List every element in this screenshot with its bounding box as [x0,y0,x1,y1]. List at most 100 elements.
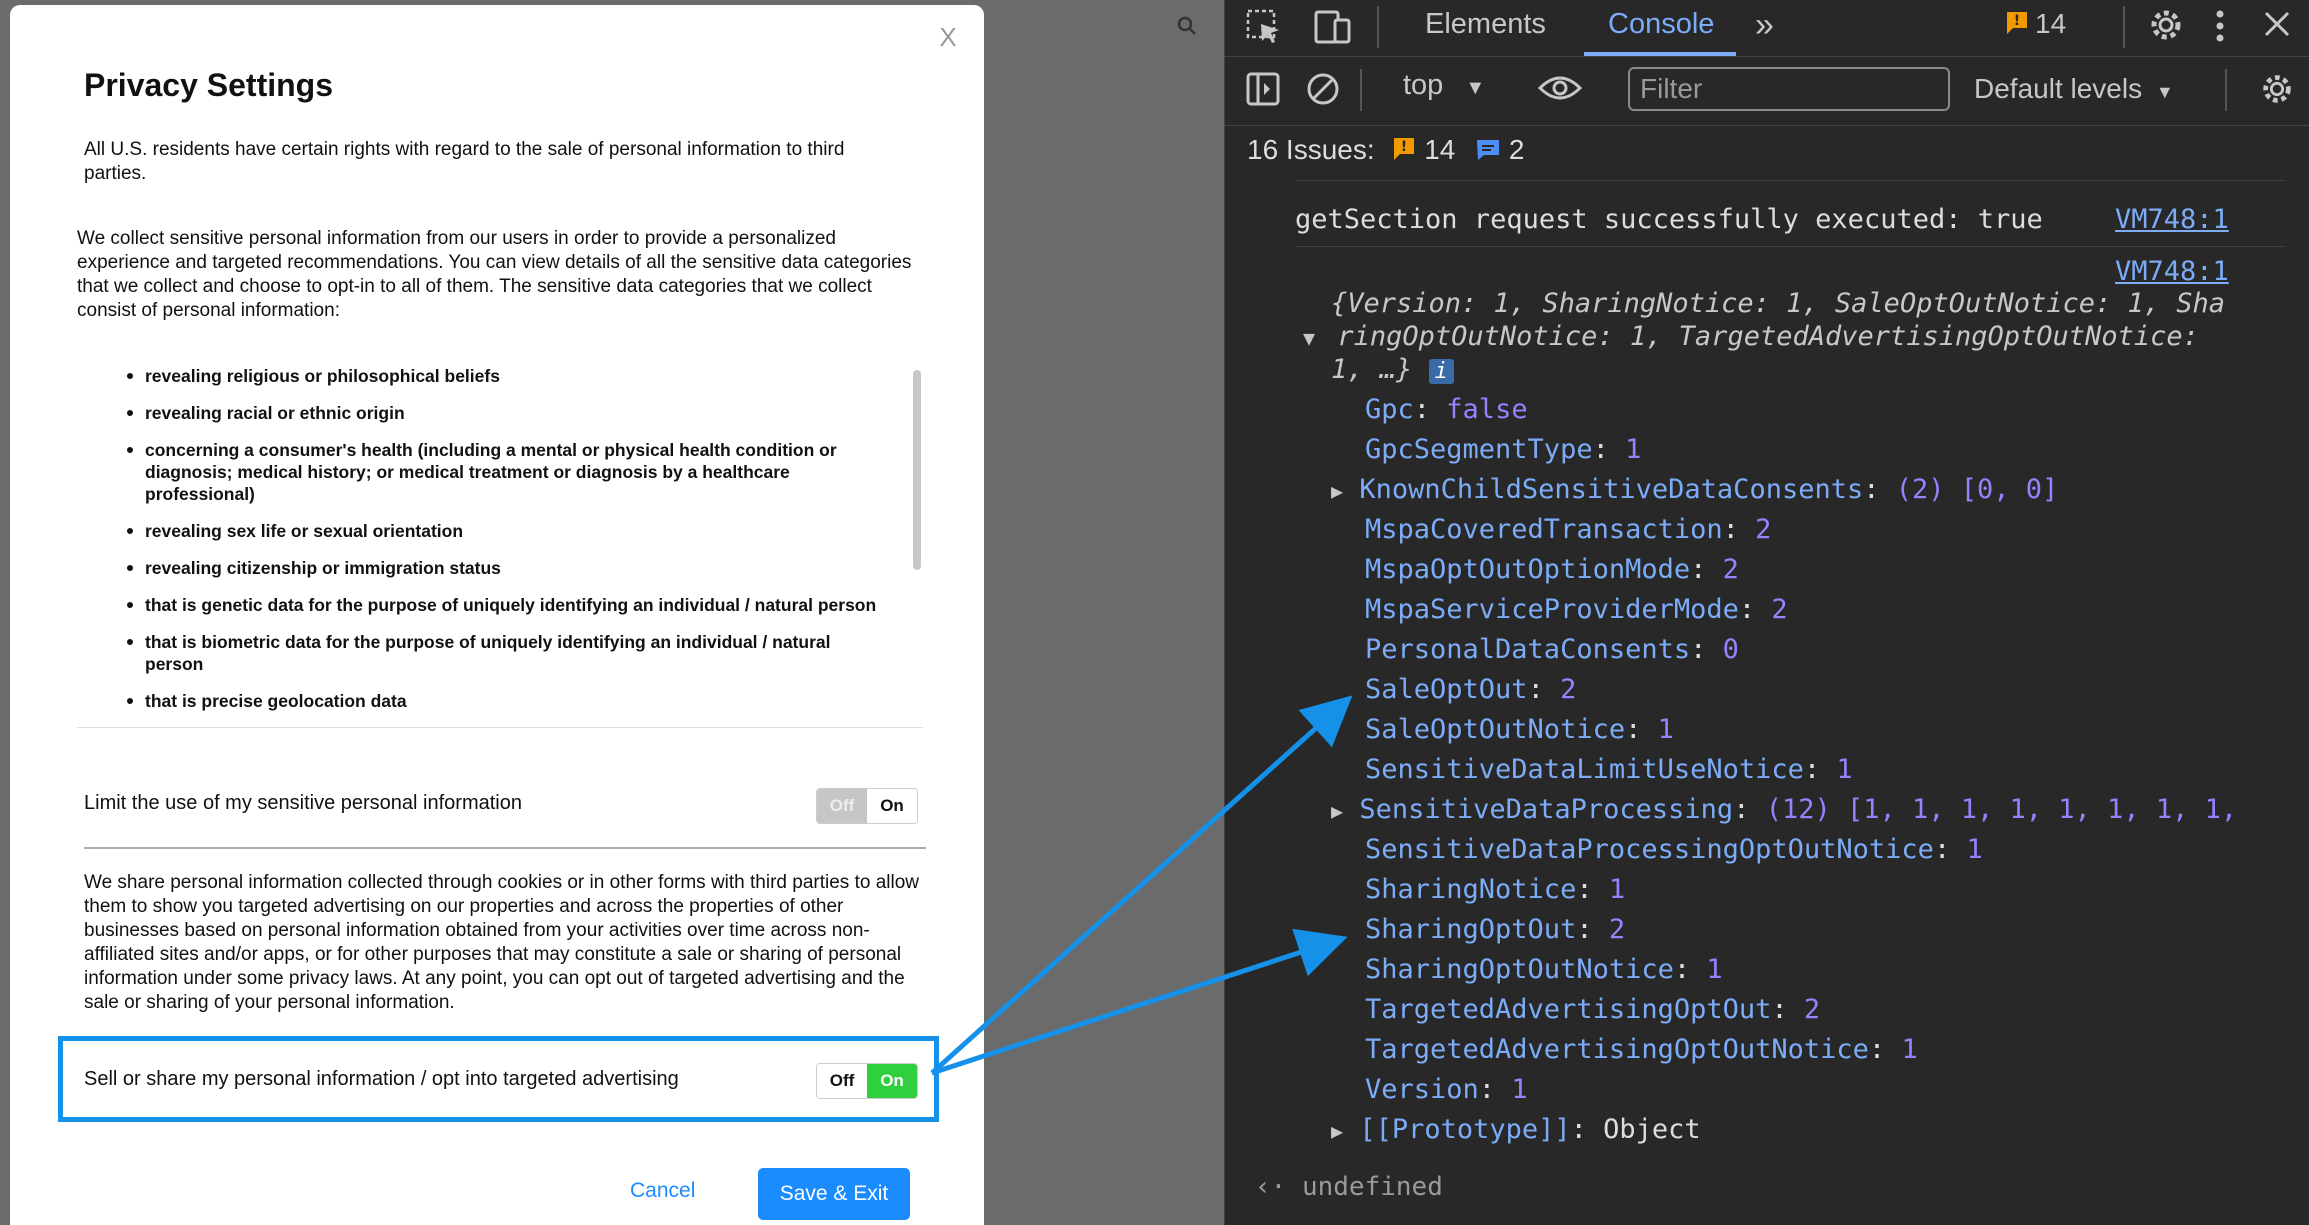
clear-console-icon[interactable] [1305,71,1341,112]
property-line[interactable]: TargetedAdvertisingOptOutNotice: 1 [1365,1034,1918,1065]
log-separator [1295,180,2285,181]
property-colon: : [1690,554,1723,585]
property-key: MspaCoveredTransaction [1365,514,1723,545]
console-settings-gear-icon[interactable] [2259,71,2295,112]
toggle-on-option[interactable]: On [867,789,917,823]
property-colon: : [1868,1034,1902,1065]
issues-label: 16 Issues: [1247,134,1375,165]
sensitive-categories-list[interactable]: revealing religious or philosophical bel… [77,365,923,728]
property-colon: : [1576,914,1609,945]
close-button[interactable]: X [935,23,961,51]
settings-gear-icon[interactable] [2147,6,2185,49]
property-line[interactable]: PersonalDataConsents: 0 [1365,634,1739,665]
toggle-off-option[interactable]: Off [817,789,867,823]
save-exit-button[interactable]: Save & Exit [758,1168,910,1220]
object-summary-line[interactable]: 1, …} i [1331,354,1454,385]
limit-sensitive-label: Limit the use of my sensitive personal i… [84,792,522,814]
devtools-tabbar: Elements Console » ! 14 [1225,0,2309,57]
more-options-icon[interactable] [2213,8,2227,49]
property-line[interactable]: SaleOptOutNotice: 1 [1365,714,1674,745]
tab-console[interactable]: Console [1608,8,1714,41]
svg-text:!: ! [2014,13,2020,29]
more-tabs-icon[interactable]: » [1755,6,1774,45]
object-summary-text: ringOptOutNotice: 1, TargetedAdvertising… [1337,321,2199,352]
property-line[interactable]: SaleOptOut: 2 [1365,674,1576,705]
log-levels-dropdown[interactable]: Default levels ▼ [1974,73,2174,105]
object-summary-line[interactable]: ▼ ringOptOutNotice: 1, TargetedAdvertisi… [1303,321,2199,352]
expand-triangle-icon[interactable]: ▶ [1331,799,1343,823]
source-link[interactable]: VM748:1 [2115,256,2229,287]
source-link[interactable]: VM748:1 [2115,204,2229,235]
log-separator [1295,246,2285,247]
tab-elements[interactable]: Elements [1425,8,1546,41]
property-value: 2 [1755,514,1772,545]
result-arrow-icon: ‹· [1255,1172,1287,1202]
info-message-icon [1477,140,1500,160]
intro-text: All U.S. residents have certain rights w… [84,139,845,184]
result-value: undefined [1301,1172,1443,1202]
toolbar-separator [1377,6,1379,48]
property-line[interactable]: GpcSegmentType: 1 [1365,434,1641,465]
property-value: 1 [1657,714,1674,745]
issues-bar[interactable]: 16 Issues: ! 14 2 [1247,134,1525,166]
property-colon: : [1592,434,1626,465]
property-line[interactable]: SensitiveDataLimitUseNotice: 1 [1365,754,1853,785]
expand-triangle-icon[interactable]: ▶ [1331,479,1343,503]
warnings-badge[interactable]: ! 14 [2005,8,2066,41]
log-levels-value: Default levels [1974,73,2143,104]
property-line[interactable]: MspaOptOutOptionMode: 2 [1365,554,1739,585]
property-line[interactable]: SharingOptOutNotice: 1 [1365,954,1723,985]
property-key: SharingNotice [1365,874,1577,905]
property-line[interactable]: ▶ KnownChildSensitiveDataConsents: (2) [… [1331,474,2058,505]
sidebar-toggle-icon[interactable] [1245,71,1281,112]
search-icon[interactable] [1175,14,1199,38]
property-line[interactable]: MspaCoveredTransaction: 2 [1365,514,1771,545]
toolbar-separator [2123,6,2125,48]
object-summary-line[interactable]: {Version: 1, SharingNotice: 1, SaleOptOu… [1331,288,2225,319]
property-value: Object [1603,1114,1701,1145]
property-value: 1 [1608,874,1626,905]
expand-triangle-icon[interactable]: ▶ [1331,1119,1343,1143]
property-line[interactable]: SensitiveDataProcessingOptOutNotice: 1 [1365,834,1983,865]
page-edge-fragment [0,18,6,32]
collect-text: We collect sensitive personal informatio… [77,228,912,321]
info-badge[interactable]: i [1428,359,1454,384]
property-value: 1 [1625,434,1642,465]
live-expression-eye-icon[interactable] [1537,71,1583,110]
property-line[interactable]: Gpc: false [1365,394,1528,425]
property-key: SensitiveDataLimitUseNotice [1365,754,1804,785]
modal-title: Privacy Settings [84,67,333,103]
property-line[interactable]: MspaServiceProviderMode: 2 [1365,594,1788,625]
property-line[interactable]: SharingOptOut: 2 [1365,914,1625,945]
expand-triangle-icon[interactable]: ▼ [1303,326,1315,350]
active-tab-indicator [1584,52,1736,56]
property-line[interactable]: ▶ [[Prototype]]: Object [1331,1114,1701,1145]
property-value: 2 [1560,674,1577,705]
category-item: that is biometric data for the purpose o… [127,631,885,675]
property-colon: : [1527,674,1561,705]
property-line[interactable]: SharingNotice: 1 [1365,874,1625,905]
property-value: (12) [1, 1, 1, 1, 1, 1, 1, 1, [1765,794,2238,825]
console-toolbar: top ▼ Default levels ▼ [1225,57,2309,126]
object-summary-text: 1, …} [1331,354,1413,385]
cancel-button[interactable]: Cancel [630,1179,695,1203]
category-item: revealing religious or philosophical bel… [127,365,885,387]
list-scrollbar[interactable] [913,370,921,570]
property-line[interactable]: ▶ SensitiveDataProcessing: (12) [1, 1, 1… [1331,794,2237,825]
property-value: 2 [1803,994,1821,1025]
object-summary-text: {Version: 1, SharingNotice: 1, SaleOptOu… [1331,288,2226,319]
inspect-element-icon[interactable] [1245,8,1283,51]
property-key: SharingOptOutNotice [1365,954,1674,985]
close-devtools-icon[interactable] [2261,8,2293,45]
console-output[interactable]: getSection request successfully executed… [1225,180,2309,1225]
property-key: SensitiveDataProcessing [1359,794,1734,825]
filter-input[interactable] [1628,67,1950,111]
property-line[interactable]: TargetedAdvertisingOptOut: 2 [1365,994,1820,1025]
context-selector[interactable]: top ▼ [1403,69,1485,102]
property-line[interactable]: Version: 1 [1365,1074,1528,1105]
property-key: MspaOptOutOptionMode [1365,554,1691,585]
property-value: 2 [1722,554,1739,585]
property-key: PersonalDataConsents [1365,634,1691,665]
device-toolbar-icon[interactable] [1313,8,1353,51]
limit-sensitive-toggle[interactable]: Off On [816,788,918,824]
